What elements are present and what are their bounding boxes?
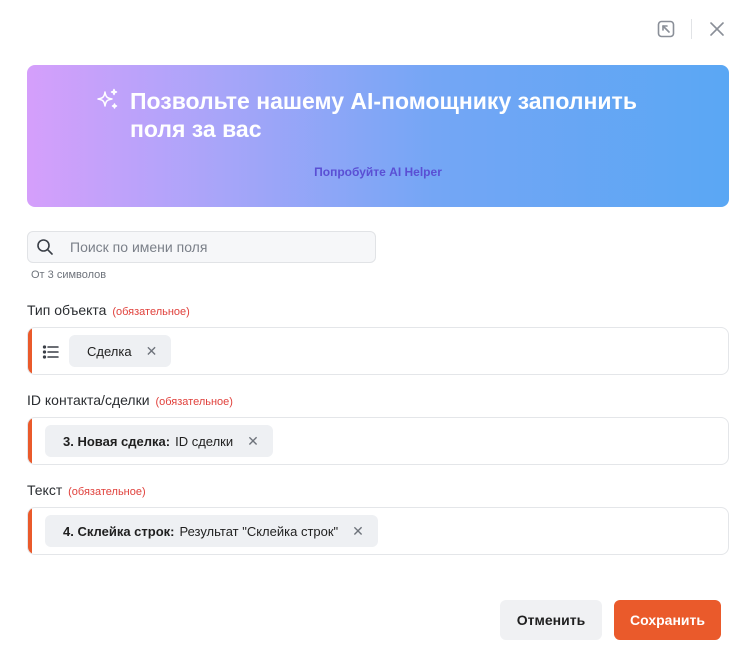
chip-text: ID сделки [175,433,234,449]
remove-icon[interactable]: ✕ [352,523,364,540]
required-marker: (обязательное) [112,306,190,318]
field-label-contact-deal-id: ID контакта/сделки (обязательное) [27,392,233,408]
required-marker: (обязательное) [155,396,233,408]
search-input[interactable] [68,232,372,262]
field-search [27,231,376,263]
sparkle-icon [94,87,120,113]
field-accent-bar [28,418,32,464]
ai-helper-heading: Позвольте нашему AI-помощнику заполнить … [94,87,690,143]
ai-helper-link[interactable]: Попробуйте AI Helper [27,165,729,179]
search-hint: От 3 символов [31,269,107,281]
chip-source: 3. Новая сделка: [63,433,171,449]
field-label-text: ID контакта/сделки [27,392,150,408]
open-external-icon[interactable] [655,18,677,40]
remove-icon[interactable]: ✕ [247,433,259,450]
chip-text: Результат "Склейка строк" [179,523,339,539]
close-icon[interactable] [706,18,728,40]
remove-icon[interactable]: ✕ [146,343,158,360]
field-label-text: Тип объекта [27,302,107,318]
cancel-button[interactable]: Отменить [500,600,602,640]
list-icon [42,343,60,361]
value-chip: Сделка ✕ [69,335,172,367]
field-contact-deal-id[interactable]: 3. Новая сделка: ID сделки ✕ [27,417,729,465]
actions-divider [691,19,692,39]
modal: Позвольте нашему AI-помощнику заполнить … [0,0,746,659]
field-object-type[interactable]: Сделка ✕ [27,327,729,375]
value-chip: 3. Новая сделка: ID сделки ✕ [45,425,273,457]
field-text[interactable]: 4. Склейка строк: Результат "Склейка стр… [27,507,729,555]
save-button[interactable]: Сохранить [614,600,721,640]
field-label-text: Текст [27,482,63,498]
required-marker: (обязательное) [68,486,146,498]
ai-helper-banner: Позвольте нашему AI-помощнику заполнить … [27,65,729,207]
field-accent-bar [28,508,32,554]
chip-source: 4. Склейка строк: [63,523,175,539]
value-chip: 4. Склейка строк: Результат "Склейка стр… [45,515,378,547]
modal-top-actions [655,18,728,40]
field-label-text-field: Текст (обязательное) [27,482,146,498]
search-icon [36,238,54,256]
field-label-object-type: Тип объекта (обязательное) [27,302,190,318]
chip-text: Сделка [87,343,132,359]
field-accent-bar [28,328,32,374]
ai-helper-title: Позвольте нашему AI-помощнику заполнить … [130,88,637,142]
